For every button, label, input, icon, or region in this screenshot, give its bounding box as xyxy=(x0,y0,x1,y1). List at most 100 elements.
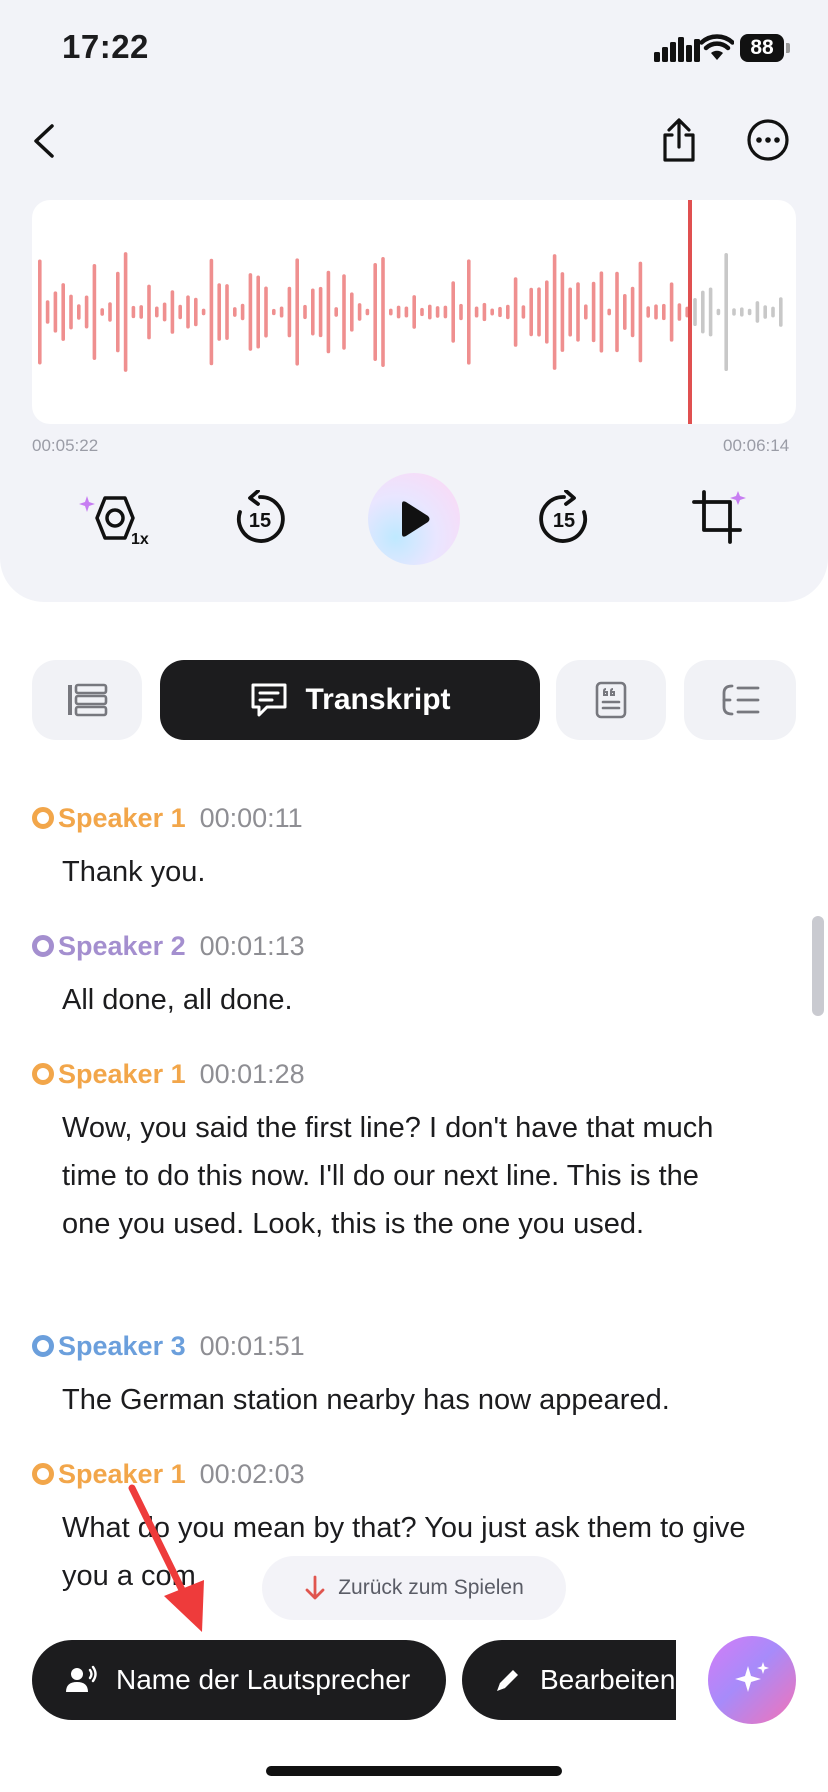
waveform-bar xyxy=(708,287,713,337)
transcript-entry[interactable]: Speaker 1 00:00:11 Thank you. xyxy=(32,802,772,896)
tab-overview[interactable] xyxy=(32,660,142,740)
waveform-bar xyxy=(233,307,237,317)
waveform-bar xyxy=(357,303,362,321)
waveform-bar xyxy=(373,263,377,361)
trim-button[interactable] xyxy=(676,474,764,562)
waveform-graphic[interactable] xyxy=(32,200,796,424)
entry-timestamp[interactable]: 00:01:13 xyxy=(200,931,305,962)
waveform-bar xyxy=(92,264,97,360)
waveform-bar xyxy=(521,305,526,319)
waveform-bar xyxy=(139,305,143,319)
waveform-bar xyxy=(381,257,385,367)
waveform-bar xyxy=(256,275,260,349)
tab-quotes[interactable] xyxy=(556,660,666,740)
ai-assistant-button[interactable] xyxy=(708,1636,796,1724)
skip-forward-label: 15 xyxy=(553,510,575,532)
waveform-bar xyxy=(334,307,338,317)
waveform-bar xyxy=(537,287,541,337)
waveform-bar xyxy=(646,306,650,318)
waveform-bar xyxy=(584,304,588,320)
waveform-bar xyxy=(84,295,89,329)
waveform-bar xyxy=(459,303,463,321)
waveform-bar xyxy=(147,284,151,340)
waveform-bar xyxy=(623,294,627,330)
speaker-name[interactable]: Speaker 1 xyxy=(58,1459,186,1490)
entry-timestamp[interactable]: 00:00:11 xyxy=(200,803,303,834)
skip-back-label: 15 xyxy=(249,510,271,532)
waveform-bar xyxy=(467,259,471,365)
speaker-dot xyxy=(32,1463,54,1485)
waveform-bar xyxy=(654,304,658,320)
waveform-bar xyxy=(615,271,619,353)
waveform-bar xyxy=(404,306,409,318)
entry-timestamp[interactable]: 00:01:28 xyxy=(200,1059,305,1090)
waveform-bar xyxy=(513,277,518,347)
share-button[interactable] xyxy=(654,112,704,168)
waveform-bar xyxy=(326,270,331,354)
battery-indicator: 88 xyxy=(740,34,784,62)
playhead[interactable] xyxy=(688,200,692,424)
speaker-dot xyxy=(32,1063,54,1085)
waveform-bar xyxy=(194,297,198,327)
waveform-bar xyxy=(217,283,221,341)
waveform-bar xyxy=(272,308,276,316)
speaker-name[interactable]: Speaker 1 xyxy=(58,1059,186,1090)
waveform-bar xyxy=(662,303,666,321)
playback-speed-button[interactable]: 1x xyxy=(68,474,156,562)
skip-forward-button[interactable]: 15 xyxy=(520,474,608,562)
waveform-bar xyxy=(599,271,604,353)
tab-outline[interactable] xyxy=(684,660,796,740)
home-indicator xyxy=(266,1766,562,1776)
waveform-bar xyxy=(350,292,354,332)
entry-timestamp[interactable]: 00:02:03 xyxy=(200,1459,305,1490)
waveform-bar xyxy=(116,271,120,353)
wifi-icon xyxy=(700,34,734,60)
rewind-15-icon: 15 xyxy=(236,490,285,543)
quote-document-icon xyxy=(595,681,627,719)
return-to-playback-button[interactable]: Zurück zum Spielen xyxy=(262,1556,566,1620)
speaker-name[interactable]: Speaker 3 xyxy=(58,1331,186,1362)
speaker-names-label: Name der Lautsprecher xyxy=(116,1664,411,1695)
audio-waveform[interactable] xyxy=(32,200,796,424)
waveform-bar xyxy=(53,291,58,333)
transcript-entry[interactable]: Speaker 3 00:01:51 The German station ne… xyxy=(32,1330,772,1424)
edit-button[interactable]: Bearbeiten xyxy=(462,1640,676,1720)
more-options-button[interactable] xyxy=(744,116,792,164)
waveform-bar xyxy=(779,297,783,327)
waveform-bar xyxy=(131,305,136,319)
crop-ai-icon xyxy=(692,490,746,544)
waveform-bar xyxy=(108,302,112,322)
waveform-bar xyxy=(248,273,253,351)
waveform-bar xyxy=(279,306,284,318)
speaker-name[interactable]: Speaker 1 xyxy=(58,803,186,834)
sparkle-icon xyxy=(735,1662,769,1692)
waveform-bar xyxy=(607,308,611,316)
waveform-bar xyxy=(303,304,307,320)
waveform-bar xyxy=(209,258,214,366)
skip-back-button[interactable]: 15 xyxy=(216,474,304,562)
waveform-bar xyxy=(365,308,370,316)
outline-list-icon xyxy=(722,684,760,716)
speed-icon: 1x xyxy=(79,496,149,548)
waveform-bar xyxy=(747,308,752,316)
waveform-bar xyxy=(755,301,760,323)
transcript-entry[interactable]: Speaker 2 00:01:13 All done, all done. xyxy=(32,930,772,1024)
play-button[interactable] xyxy=(368,473,460,565)
entry-text: Wow, you said the first line? I don't ha… xyxy=(62,1112,714,1240)
waveform-bar xyxy=(342,274,346,350)
speaker-names-button[interactable]: Name der Lautsprecher xyxy=(32,1640,446,1720)
tab-transcript[interactable]: Transkript xyxy=(160,660,540,740)
entry-timestamp[interactable]: 00:01:51 xyxy=(200,1331,305,1362)
waveform-bar xyxy=(201,308,206,316)
transcript-entry[interactable]: Speaker 1 00:01:28 Wow, you said the fir… xyxy=(32,1058,772,1248)
status-time: 17:22 xyxy=(62,28,149,65)
speaker-name[interactable]: Speaker 2 xyxy=(58,931,186,962)
back-button[interactable] xyxy=(24,116,64,166)
entry-text: The German station nearby has now appear… xyxy=(62,1384,670,1416)
waveform-bar xyxy=(318,286,323,338)
speaker-dot xyxy=(32,935,54,957)
entry-text: All done, all done. xyxy=(62,984,293,1016)
waveform-bar xyxy=(740,307,744,317)
scrollbar-thumb[interactable] xyxy=(812,916,824,1016)
waveform-bar xyxy=(420,307,424,317)
